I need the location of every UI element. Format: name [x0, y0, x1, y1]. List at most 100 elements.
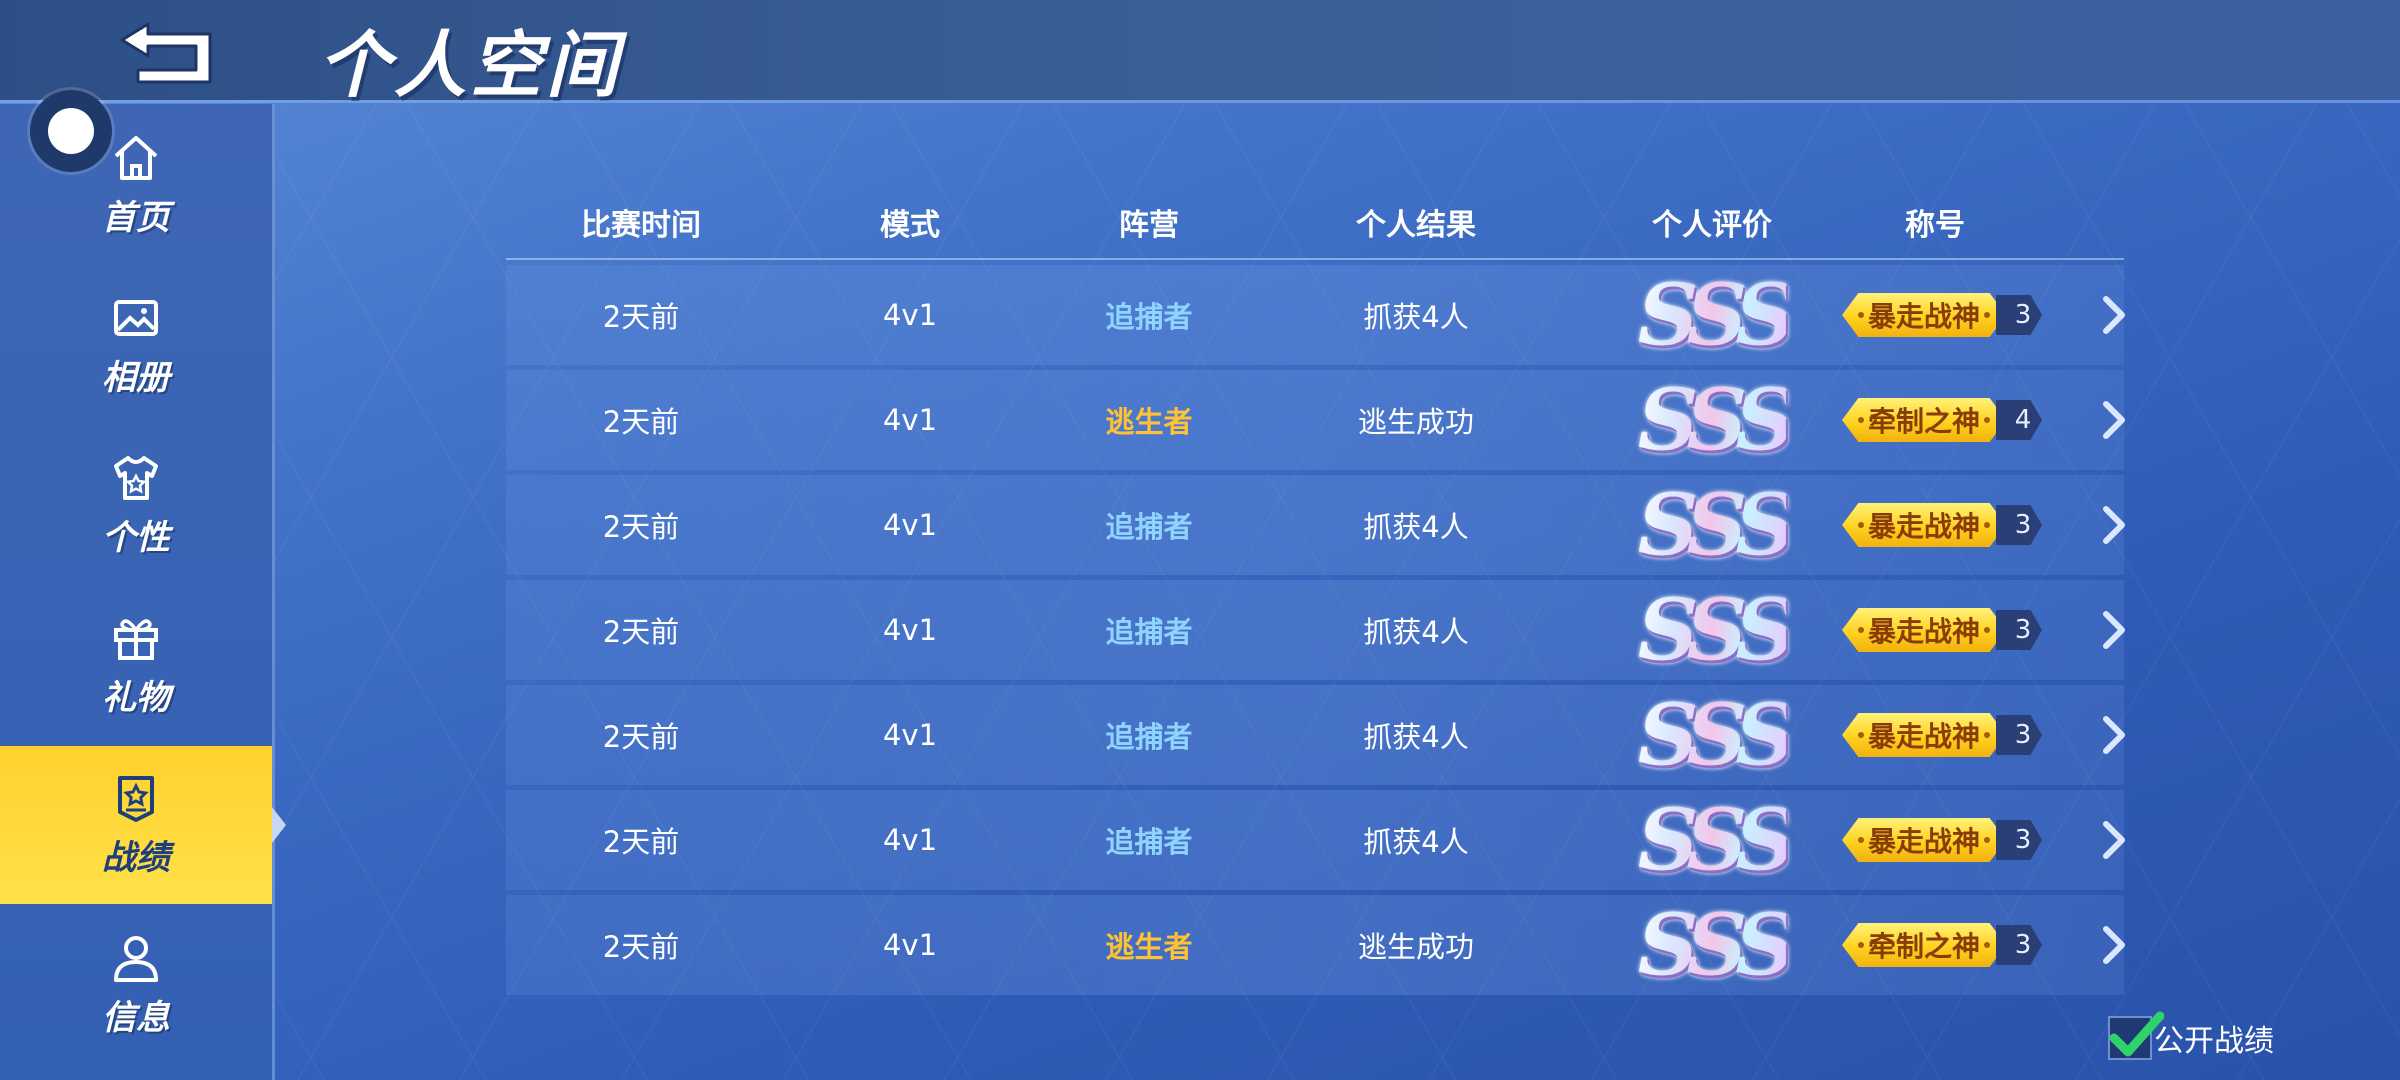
title-badge: 暴走战神 3: [1842, 503, 2042, 547]
column-header-rating: 个人评价: [1652, 208, 1772, 243]
table-row[interactable]: 2天前 4v1 逃生者 逃生成功 SSS 牵制之神 4: [506, 370, 2125, 470]
table-row[interactable]: 2天前 4v1 追捕者 抓获4人 SSS 暴走战神 3: [506, 475, 2125, 575]
title-count: 3: [1996, 715, 2042, 755]
title-badge: 牵制之神 4: [1842, 398, 2042, 442]
sidebar-item-label: 礼物: [102, 677, 170, 718]
match-mode: 4v1: [882, 508, 938, 542]
gift-icon: [114, 618, 158, 660]
match-mode: 4v1: [882, 613, 938, 647]
title-badge: 牵制之神 3: [1842, 923, 2042, 967]
chevron-right-icon[interactable]: [2100, 715, 2128, 755]
title-text: 暴走战神: [1867, 510, 1980, 543]
chevron-right-icon[interactable]: [2100, 820, 2128, 860]
public-record-toggle[interactable]: 公开战绩: [2108, 1011, 2274, 1060]
table-row[interactable]: 2天前 4v1 追捕者 抓获4人 SSS 暴走战神 3: [506, 265, 2125, 365]
title-text: 暴走战神: [1867, 615, 1980, 648]
sidebar-item-4[interactable]: 战绩: [0, 746, 272, 904]
top-bar: 个人空间: [0, 0, 2400, 107]
rating-sss-badge: SSS: [1637, 475, 1796, 575]
chevron-right-icon[interactable]: [2100, 610, 2128, 650]
match-mode: 4v1: [882, 718, 938, 752]
title-count: 4: [1996, 400, 2042, 440]
title-badge: 暴走战神 3: [1842, 713, 2042, 757]
personal-result: 抓获4人: [1363, 510, 1469, 544]
column-header-title: 称号: [1905, 208, 1965, 243]
chevron-right-icon[interactable]: [2100, 295, 2128, 335]
shirt-icon: [114, 455, 158, 500]
public-record-checkbox[interactable]: [2108, 1011, 2164, 1060]
camp-label: 逃生者: [1105, 405, 1193, 439]
chevron-right-icon[interactable]: [2100, 925, 2128, 965]
image-icon: [114, 299, 158, 336]
sidebar-item-label: 相册: [102, 357, 170, 398]
table-row[interactable]: 2天前 4v1 逃生者 逃生成功 SSS 牵制之神 3: [506, 895, 2125, 995]
chevron-right-icon[interactable]: [2100, 505, 2128, 545]
title-text: 牵制之神: [1867, 930, 1980, 963]
camp-label: 逃生者: [1105, 930, 1193, 964]
personal-result: 逃生成功: [1357, 405, 1475, 439]
user-icon: [114, 935, 158, 982]
sidebar-item-1[interactable]: 相册: [0, 266, 272, 424]
sidebar-item-label: 个性: [102, 517, 170, 558]
sidebar-item-label: 首页: [102, 197, 170, 238]
match-mode: 4v1: [882, 928, 938, 962]
chevron-right-icon[interactable]: [2100, 400, 2128, 440]
sidebar-item-3[interactable]: 礼物: [0, 586, 272, 744]
camp-label: 追捕者: [1105, 825, 1193, 859]
title-count: 3: [1996, 610, 2042, 650]
title-text: 暴走战神: [1867, 825, 1980, 858]
title-text: 牵制之神: [1867, 405, 1980, 438]
title-text: 暴走战神: [1867, 720, 1980, 753]
sidebar-item-5[interactable]: 信息: [0, 906, 272, 1064]
match-mode: 4v1: [882, 403, 938, 437]
match-time: 2天前: [602, 720, 680, 754]
title-count: 3: [1996, 820, 2042, 860]
rating-sss-badge: SSS: [1637, 790, 1796, 890]
column-header-time: 比赛时间: [581, 208, 701, 243]
title-badge: 暴走战神 3: [1842, 293, 2042, 337]
floating-assistant-button[interactable]: [30, 90, 112, 172]
personal-result: 逃生成功: [1357, 930, 1475, 964]
sidebar-item-label: 战绩: [102, 837, 170, 878]
match-time: 2天前: [602, 615, 680, 649]
badge-star-icon: [118, 775, 154, 822]
rating-sss-badge: SSS: [1637, 370, 1796, 470]
personal-result: 抓获4人: [1363, 615, 1469, 649]
column-header-mode: 模式: [880, 208, 940, 243]
title-count: 3: [1996, 295, 2042, 335]
match-time: 2天前: [602, 510, 680, 544]
check-icon: [2109, 1011, 2164, 1057]
match-time: 2天前: [602, 930, 680, 964]
public-record-label: 公开战绩: [2154, 1024, 2274, 1059]
table-header: 比赛时间 模式 阵营 个人结果 个人评价 称号: [506, 190, 2124, 260]
camp-label: 追捕者: [1105, 720, 1193, 754]
table-row[interactable]: 2天前 4v1 追捕者 抓获4人 SSS 暴走战神 3: [506, 685, 2125, 785]
rating-sss-badge: SSS: [1637, 895, 1796, 995]
title-text: 暴走战神: [1867, 300, 1980, 333]
back-button[interactable]: [118, 16, 218, 86]
title-count: 3: [1996, 925, 2042, 965]
match-mode: 4v1: [882, 823, 938, 857]
match-mode: 4v1: [882, 298, 938, 332]
sidebar-item-label: 信息: [102, 997, 170, 1038]
match-time: 2天前: [602, 405, 680, 439]
match-time: 2天前: [602, 300, 680, 334]
page-title: 个人空间: [318, 23, 623, 107]
table-row[interactable]: 2天前 4v1 追捕者 抓获4人 SSS 暴走战神 3: [506, 580, 2125, 680]
camp-label: 追捕者: [1105, 510, 1193, 544]
sidebar: 首页相册个性礼物战绩信息: [0, 104, 286, 1080]
column-header-result: 个人结果: [1356, 208, 1476, 243]
match-time: 2天前: [602, 825, 680, 859]
title-badge: 暴走战神 3: [1842, 608, 2042, 652]
sidebar-item-2[interactable]: 个性: [0, 426, 272, 584]
back-arrow-icon: [120, 22, 212, 84]
table-row[interactable]: 2天前 4v1 追捕者 抓获4人 SSS 暴走战神 3: [506, 790, 2125, 890]
camp-label: 追捕者: [1105, 615, 1193, 649]
title-count: 3: [1996, 505, 2042, 545]
personal-result: 抓获4人: [1363, 720, 1469, 754]
home-icon: [114, 135, 158, 180]
personal-result: 抓获4人: [1363, 300, 1469, 334]
rating-sss-badge: SSS: [1637, 580, 1796, 680]
rating-sss-badge: SSS: [1637, 265, 1796, 365]
active-tab-indicator: [272, 807, 286, 843]
